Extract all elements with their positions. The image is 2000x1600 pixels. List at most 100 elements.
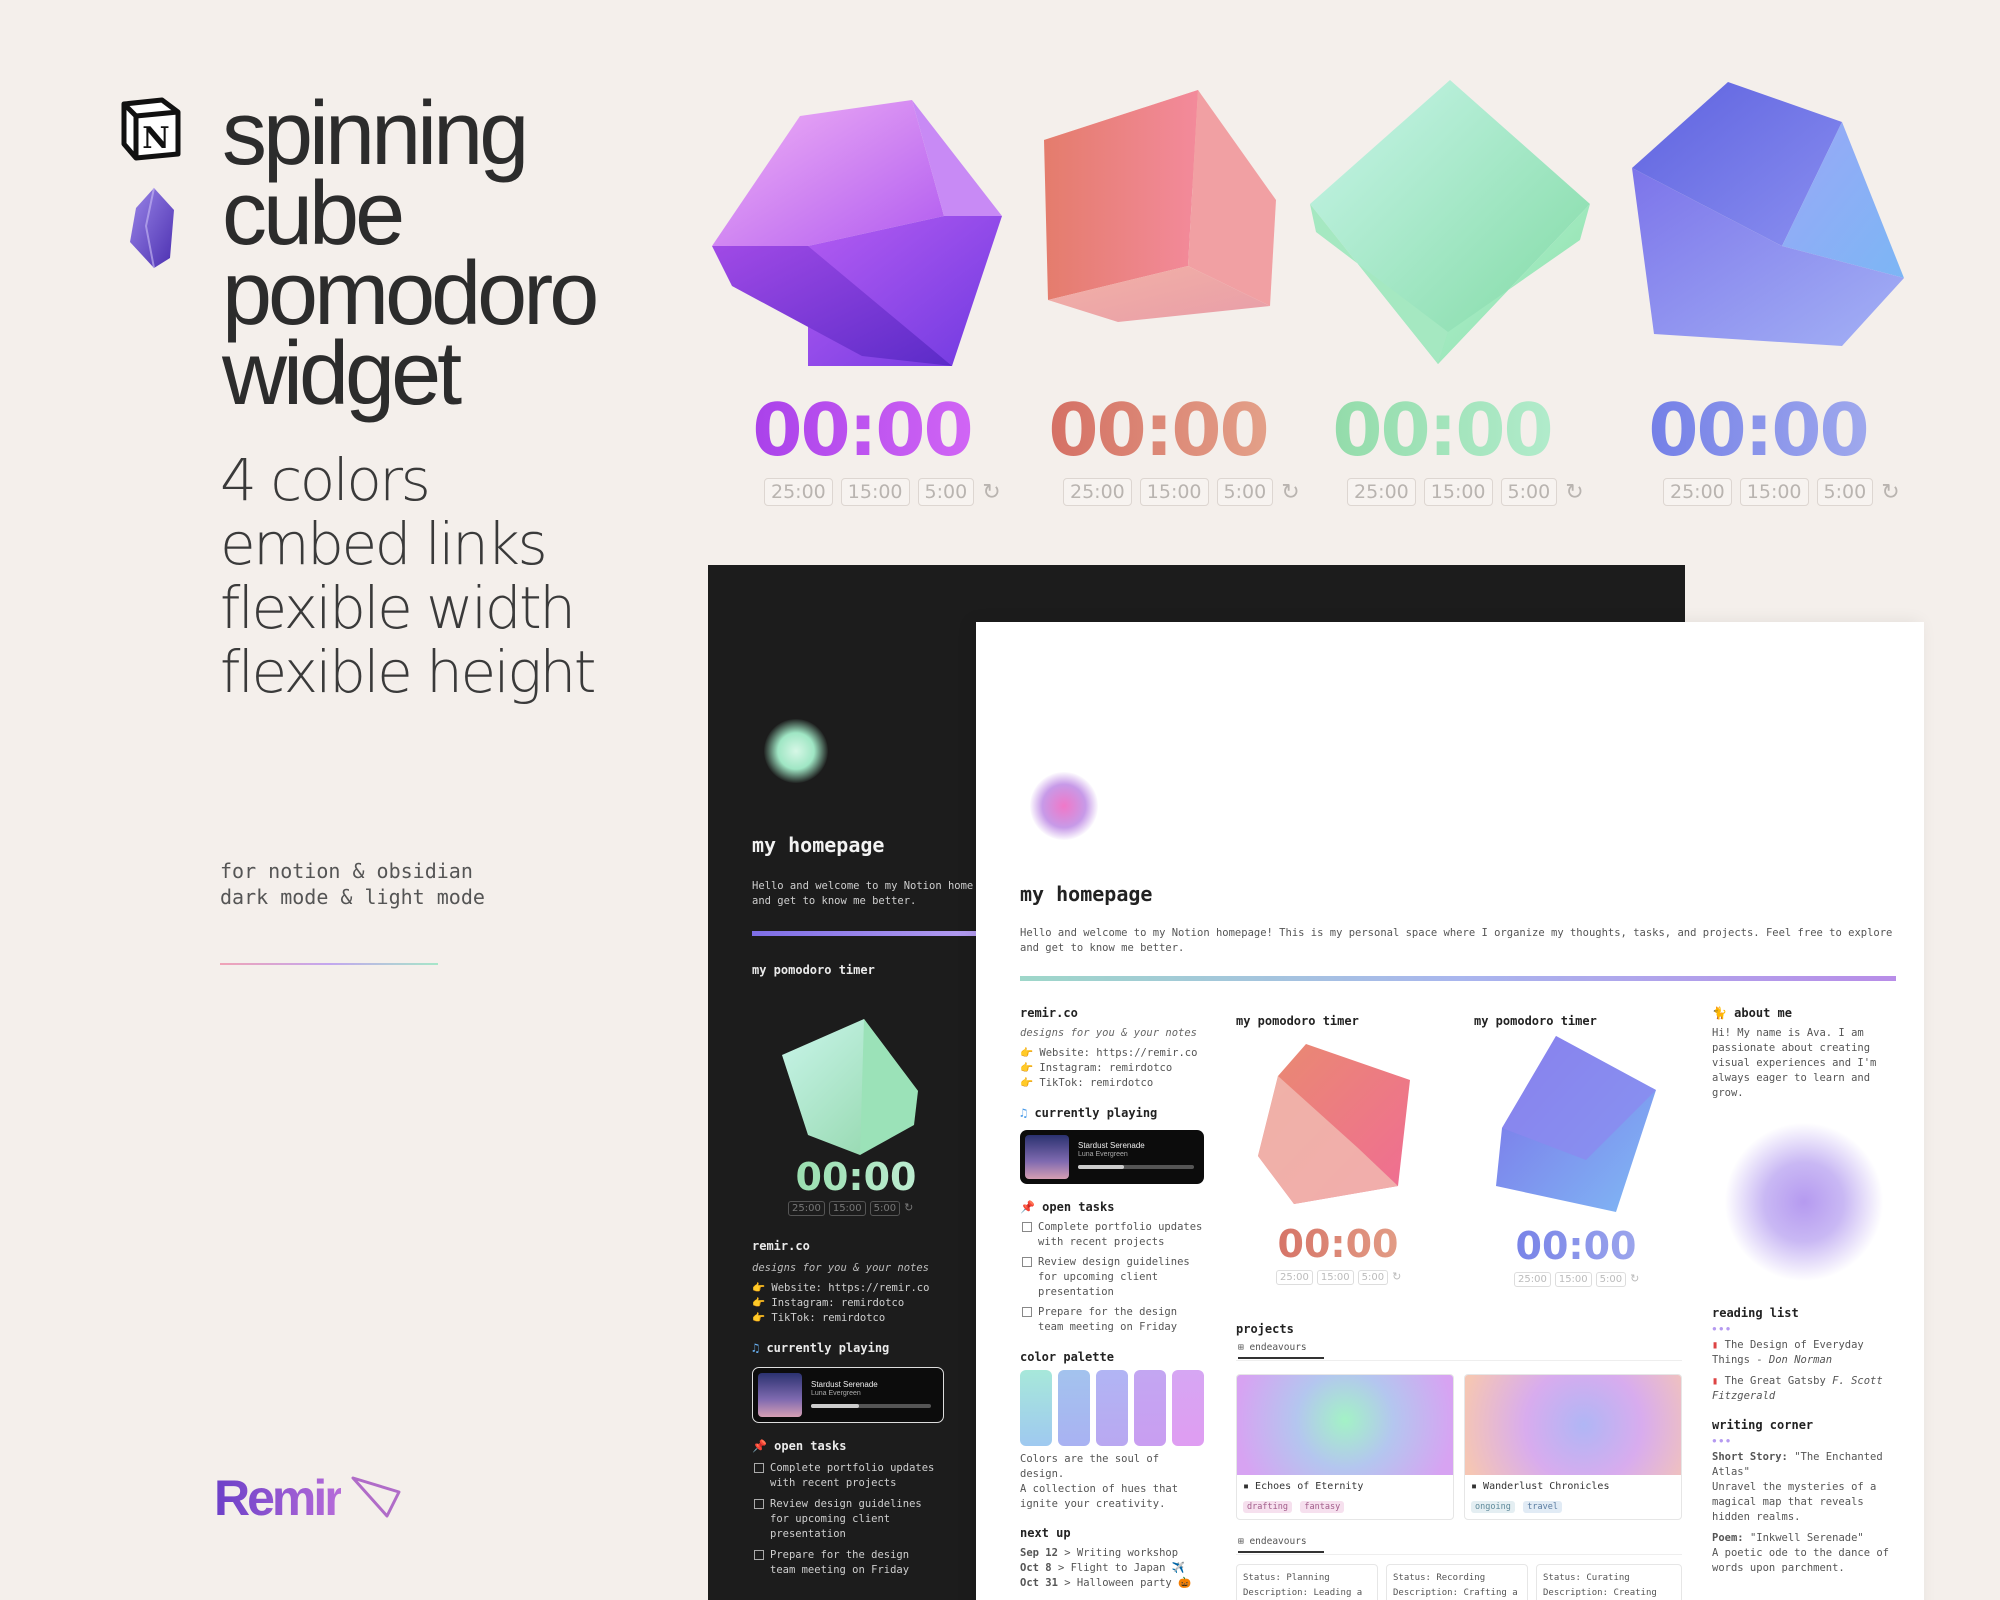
music-player[interactable]: Stardust Serenade Luna Evergreen — [752, 1367, 944, 1423]
view-tab-label: endeavours — [1249, 1342, 1307, 1353]
poem-title: "Inkwell Serenade" — [1749, 1532, 1864, 1544]
pomodoro-heading: my pomodoro timer — [752, 963, 875, 977]
cube-coral — [1038, 90, 1318, 370]
reset-icon[interactable]: ↻ — [904, 1201, 913, 1216]
reset-icon[interactable]: ↻ — [982, 479, 1000, 505]
music-player[interactable]: Stardust Serenade Luna Evergreen — [1020, 1130, 1204, 1184]
preset-5-button[interactable]: 5:00 — [1357, 1270, 1389, 1285]
link-item[interactable]: 👉 Website: https://remir.co — [752, 1281, 929, 1296]
feature-item: flexible height — [220, 638, 597, 706]
project-icon: ▪ — [1243, 1481, 1256, 1492]
task-item[interactable]: Complete portfolio updates with recent pr… — [1022, 1220, 1212, 1250]
link-item[interactable]: 👉 TikTok: remirdotco — [1020, 1076, 1197, 1091]
reset-icon[interactable]: ↻ — [1630, 1272, 1639, 1287]
preset-5-button[interactable]: 5:00 — [1595, 1272, 1627, 1287]
preset-15-button[interactable]: 15:00 — [1316, 1270, 1354, 1285]
reset-icon[interactable]: ↻ — [1881, 479, 1899, 505]
pomodoro-heading: my pomodoro timer — [1474, 1014, 1597, 1028]
preset-25-button[interactable]: 25:00 — [1514, 1272, 1551, 1287]
pointing-hand-icon: 👉 — [1020, 1077, 1040, 1089]
swatch — [1020, 1370, 1052, 1446]
title-line: pomodoro — [222, 244, 599, 344]
song-artist: Luna Evergreen — [811, 1390, 861, 1397]
reset-icon[interactable]: ↻ — [1565, 479, 1583, 505]
hero-title: spinning cube pomodoro widget — [222, 89, 682, 419]
project-tags: drafting fantasy — [1237, 1494, 1453, 1516]
preset-15-button[interactable]: 15:00 — [1139, 478, 1209, 506]
preset-15-button[interactable]: 15:00 — [828, 1201, 866, 1216]
preset-15-button[interactable]: 15:00 — [1554, 1272, 1592, 1287]
reading-list: ▮ The Design of Everyday Things - Don No… — [1712, 1338, 1902, 1404]
project-name: Wanderlust Chronicles — [1483, 1481, 1610, 1492]
task-checkbox[interactable] — [754, 1550, 764, 1560]
cube-blue-small — [1496, 1036, 1666, 1216]
view-tab[interactable]: ⊞ endeavours — [1238, 1534, 1324, 1553]
preset-25-button[interactable]: 25:00 — [1663, 478, 1732, 506]
task-checkbox[interactable] — [754, 1499, 764, 1509]
status-card[interactable]: Status: Recording Description: Crafting … — [1386, 1564, 1528, 1600]
task-checkbox[interactable] — [1022, 1222, 1032, 1232]
task-item[interactable]: Review design guidelines for upcoming cli… — [754, 1497, 974, 1542]
link-item[interactable]: 👉 Website: https://remir.co — [1020, 1046, 1197, 1061]
preset-15-button[interactable]: 15:00 — [1739, 478, 1809, 506]
intro-line: and get to know me better. — [752, 895, 917, 907]
intro-line: Hello and welcome to my Notion home — [752, 880, 974, 892]
links-list: 👉 Website: https://remir.co 👉 Instagram:… — [752, 1281, 929, 1326]
swatch — [1096, 1370, 1128, 1446]
book-item: ▮ The Great Gatsby F. Scott Fitzgerald — [1712, 1374, 1902, 1404]
preset-15-button[interactable]: 15:00 — [1423, 478, 1493, 506]
tasks-heading: 📌 open tasks — [752, 1439, 846, 1453]
view-tab[interactable]: ⊞ endeavours — [1238, 1340, 1324, 1359]
preset-5-button[interactable]: 5:00 — [1500, 478, 1558, 506]
song-title: Stardust Serenade — [1078, 1141, 1145, 1150]
status-card[interactable]: Status: Planning Description: Leading a — [1236, 1564, 1378, 1600]
task-item[interactable]: Review design guidelines for upcoming cli… — [1022, 1255, 1212, 1300]
preset-bar: 25:00 15:00 5:00 ↻ — [1663, 478, 1908, 506]
book-author: Don Norman — [1768, 1354, 1833, 1366]
pointing-hand-icon: 👉 — [752, 1282, 772, 1294]
reading-heading: reading list — [1712, 1306, 1799, 1320]
task-item[interactable]: Complete portfolio updates with recent pr… — [754, 1461, 974, 1491]
link-item[interactable]: 👉 TikTok: remirdotco — [752, 1311, 929, 1326]
task-checkbox[interactable] — [1022, 1307, 1032, 1317]
preset-25-button[interactable]: 25:00 — [764, 478, 833, 506]
task-item[interactable]: Prepare for the design team meeting on Fr… — [754, 1548, 974, 1578]
widget-purple: 00:00 25:00 15:00 5:00 ↻ — [712, 388, 1012, 506]
preset-5-button[interactable]: 5:00 — [869, 1201, 901, 1216]
nextup-text: > Writing workshop — [1064, 1547, 1179, 1559]
progress-bar[interactable] — [1078, 1165, 1194, 1169]
link-item[interactable]: 👉 Instagram: remirdotco — [752, 1296, 929, 1311]
remir-sub: designs for you & your notes — [752, 1262, 930, 1274]
task-item[interactable]: Prepare for the design team meeting on Fr… — [1022, 1305, 1212, 1335]
reset-icon[interactable]: ↻ — [1392, 1270, 1401, 1285]
link-text: TikTok: remirdotco — [1039, 1077, 1154, 1089]
feature-item: embed links — [220, 510, 548, 578]
project-card[interactable]: ▪ Wanderlust Chronicles ongoing travel — [1464, 1374, 1682, 1520]
preset-5-button[interactable]: 5:00 — [1216, 478, 1274, 506]
dots-divider: ●●● — [1712, 1436, 1733, 1445]
tagline-line: for notion & obsidian — [220, 859, 473, 883]
nextup-date: Sep 12 — [1020, 1547, 1058, 1559]
link-item[interactable]: 👉 Instagram: remirdotco — [1020, 1061, 1197, 1076]
task-checkbox[interactable] — [754, 1463, 764, 1473]
palette-line: Colors are the soul of — [1020, 1453, 1160, 1465]
gradient-divider — [1020, 976, 1896, 981]
preset-5-button[interactable]: 5:00 — [1816, 478, 1874, 506]
preset-25-button[interactable]: 25:00 — [1276, 1270, 1313, 1285]
timer-display: 00:00 — [1608, 388, 1908, 472]
progress-bar[interactable] — [811, 1404, 931, 1408]
song-artist: Luna Evergreen — [1078, 1151, 1128, 1158]
task-list: Complete portfolio updates with recent pr… — [1022, 1220, 1212, 1335]
preset-25-button[interactable]: 25:00 — [788, 1201, 825, 1216]
task-text: Prepare for the design — [1038, 1306, 1178, 1318]
task-checkbox[interactable] — [1022, 1257, 1032, 1267]
widget-blue: 00:00 25:00 15:00 5:00 ↻ — [1608, 388, 1908, 506]
task-text: Prepare for the design — [770, 1549, 910, 1561]
preset-25-button[interactable]: 25:00 — [1063, 478, 1132, 506]
preset-25-button[interactable]: 25:00 — [1347, 478, 1416, 506]
svg-text:N: N — [142, 121, 169, 156]
preset-5-button[interactable]: 5:00 — [917, 478, 975, 506]
project-card[interactable]: ▪ Echoes of Eternity drafting fantasy — [1236, 1374, 1454, 1520]
preset-15-button[interactable]: 15:00 — [840, 478, 910, 506]
status-card[interactable]: Status: Curating Description: Creating — [1536, 1564, 1682, 1600]
